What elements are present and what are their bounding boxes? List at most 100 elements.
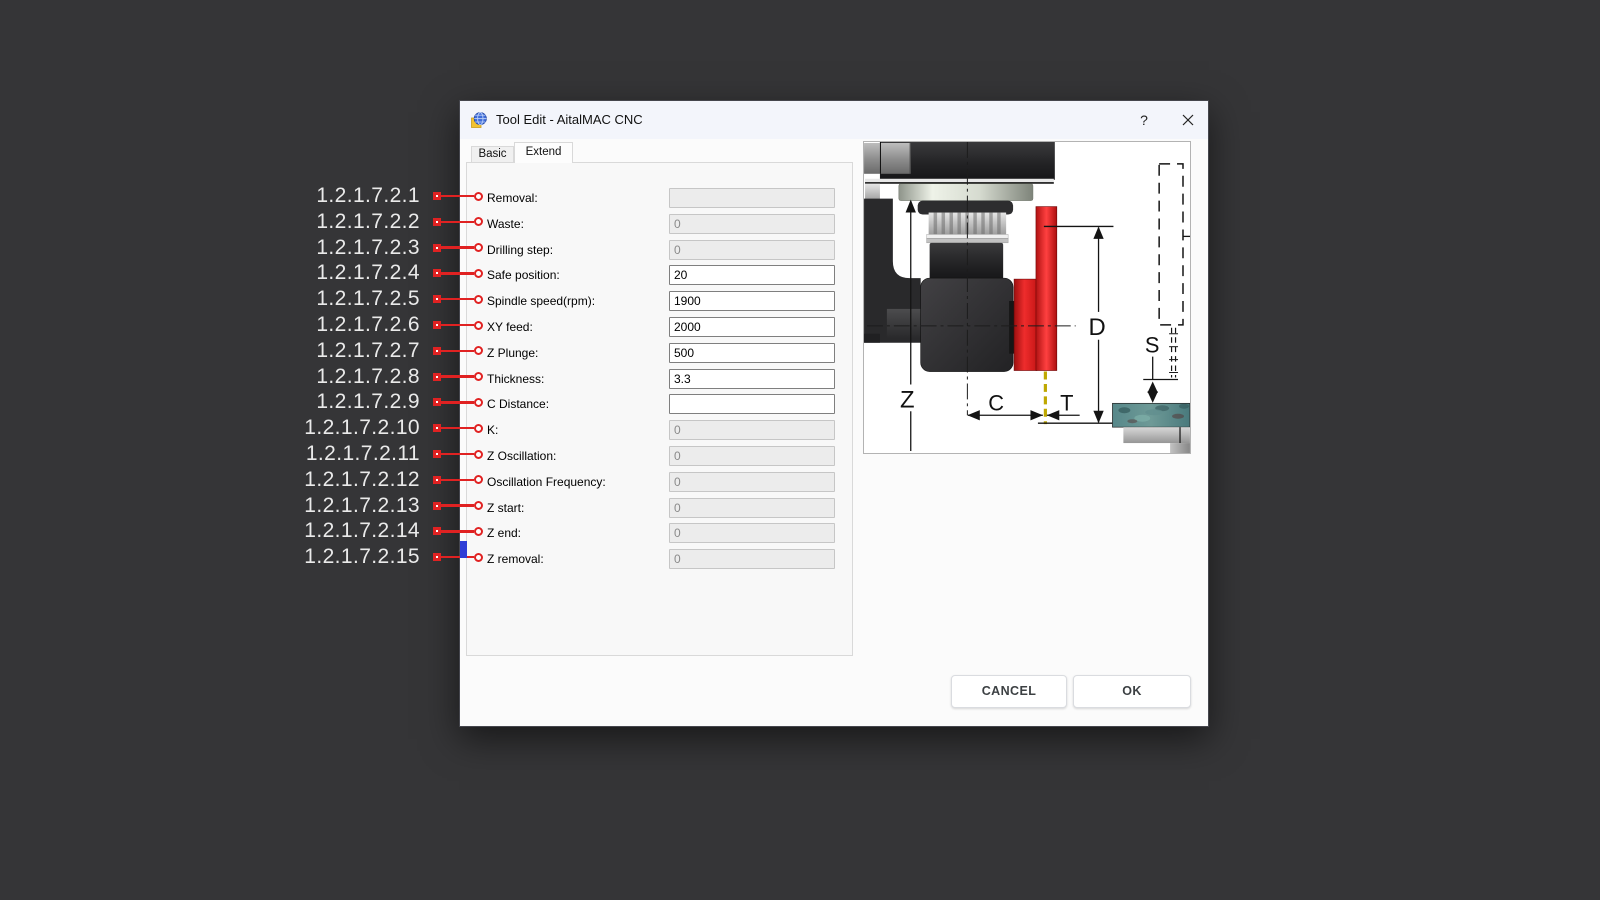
annotation-square-marker bbox=[433, 244, 441, 252]
annotation-number: 1.2.1.7.2.11 bbox=[306, 442, 420, 466]
annotation-number: 1.2.1.7.2.12 bbox=[304, 468, 420, 492]
saw-blade-red bbox=[1036, 207, 1057, 371]
field-label-z-oscillation: Z Oscillation: bbox=[487, 446, 556, 466]
annotation-square-marker bbox=[433, 218, 441, 226]
annotation-square-marker bbox=[433, 553, 441, 561]
annotation-number: 1.2.1.7.2.2 bbox=[316, 210, 420, 234]
field-label-z-plunge: Z Plunge: bbox=[487, 343, 538, 363]
annotation-square-marker bbox=[433, 269, 441, 277]
annotation-number: 1.2.1.7.2.7 bbox=[316, 339, 420, 363]
form-row-z-oscillation: Z Oscillation: bbox=[467, 446, 852, 466]
form-row-z-end: Z end: bbox=[467, 523, 852, 543]
field-input-drilling-step bbox=[669, 240, 835, 260]
field-input-k bbox=[669, 420, 835, 440]
tab-extend[interactable]: Extend bbox=[514, 142, 573, 163]
saw-hub-red bbox=[1014, 279, 1037, 370]
annotation-row: 1.2.1.7.2.12 bbox=[270, 466, 483, 494]
field-input-waste bbox=[669, 214, 835, 234]
annotation-number: 1.2.1.7.2.8 bbox=[316, 365, 420, 389]
form-row-c-distance: C Distance: bbox=[467, 394, 852, 414]
field-input-spindle-speed-rpm[interactable] bbox=[669, 291, 835, 311]
form-row-k: K: bbox=[467, 420, 852, 440]
annotation-number: 1.2.1.7.2.6 bbox=[316, 313, 420, 337]
dialog-titlebar[interactable]: Tool Edit - AitalMAC CNC ? bbox=[460, 101, 1208, 139]
background-highlight-fragment bbox=[460, 541, 467, 558]
field-label-drilling-step: Drilling step: bbox=[487, 240, 553, 260]
annotation-number: 1.2.1.7.2.4 bbox=[316, 261, 420, 285]
annotation-number: 1.2.1.7.2.5 bbox=[316, 287, 420, 311]
field-input-z-start bbox=[669, 498, 835, 518]
annotation-row: 1.2.1.7.2.15 bbox=[270, 543, 483, 571]
annotation-square-marker bbox=[433, 373, 441, 381]
field-input-xy-feed[interactable] bbox=[669, 317, 835, 337]
annotation-row: 1.2.1.7.2.7 bbox=[270, 337, 483, 365]
field-label-waste: Waste: bbox=[487, 214, 524, 234]
field-label-z-removal: Z removal: bbox=[487, 549, 544, 569]
form-row-waste: Waste: bbox=[467, 214, 852, 234]
annotation-number: 1.2.1.7.2.10 bbox=[304, 416, 420, 440]
label-c: C bbox=[988, 390, 1004, 415]
form-row-spindle-speed-rpm: Spindle speed(rpm): bbox=[467, 291, 852, 311]
label-s: S bbox=[1145, 333, 1160, 358]
annotation-square-marker bbox=[433, 450, 441, 458]
annotation-square-marker bbox=[433, 295, 441, 303]
annotation-square-marker bbox=[433, 502, 441, 510]
help-button[interactable]: ? bbox=[1129, 101, 1159, 139]
annotation-square-marker bbox=[433, 192, 441, 200]
field-label-safe-position: Safe position: bbox=[487, 265, 560, 285]
field-input-oscillation-frequency bbox=[669, 472, 835, 492]
annotation-row: 1.2.1.7.2.9 bbox=[270, 388, 483, 416]
form-row-thickness: Thickness: bbox=[467, 369, 852, 389]
form-row-xy-feed: XY feed: bbox=[467, 317, 852, 337]
form-row-oscillation-frequency: Oscillation Frequency: bbox=[467, 472, 852, 492]
ok-button[interactable]: OK bbox=[1073, 675, 1191, 708]
annotation-row: 1.2.1.7.2.6 bbox=[270, 311, 483, 339]
annotation-number: 1.2.1.7.2.13 bbox=[304, 494, 420, 518]
field-label-spindle-speed-rpm: Spindle speed(rpm): bbox=[487, 291, 595, 311]
field-label-oscillation-frequency: Oscillation Frequency: bbox=[487, 472, 606, 492]
annotation-number: 1.2.1.7.2.1 bbox=[316, 184, 420, 208]
dialog-title: Tool Edit - AitalMAC CNC bbox=[496, 101, 643, 139]
annotation-number: 1.2.1.7.2.3 bbox=[316, 236, 420, 260]
field-label-k: K: bbox=[487, 420, 498, 440]
annotation-row: 1.2.1.7.2.14 bbox=[270, 517, 483, 545]
label-t: T bbox=[1060, 390, 1073, 415]
field-input-z-removal bbox=[669, 549, 835, 569]
field-label-thickness: Thickness: bbox=[487, 369, 544, 389]
tool-edit-dialog: Tool Edit - AitalMAC CNC ? Basic Extend … bbox=[459, 100, 1209, 727]
annotation-row: 1.2.1.7.2.8 bbox=[270, 363, 483, 391]
annotation-row: 1.2.1.7.2.5 bbox=[270, 285, 483, 313]
field-input-c-distance[interactable] bbox=[669, 394, 835, 414]
field-input-z-oscillation bbox=[669, 446, 835, 466]
field-input-z-end bbox=[669, 523, 835, 543]
field-label-removal: Removal: bbox=[487, 188, 538, 208]
form-row-z-start: Z start: bbox=[467, 498, 852, 518]
cancel-button[interactable]: CANCEL bbox=[951, 675, 1067, 708]
field-label-z-end: Z end: bbox=[487, 523, 521, 543]
workpiece-illustration bbox=[1112, 403, 1190, 453]
page-background: { "colors": { "annotation_red": "#e02222… bbox=[0, 0, 1600, 900]
annotation-square-marker bbox=[433, 424, 441, 432]
field-input-safe-position[interactable] bbox=[669, 265, 835, 285]
field-input-z-plunge[interactable] bbox=[669, 343, 835, 363]
annotation-number: 1.2.1.7.2.9 bbox=[316, 390, 420, 414]
annotation-row: 1.2.1.7.2.2 bbox=[270, 208, 483, 236]
annotation-number: 1.2.1.7.2.14 bbox=[304, 519, 420, 543]
ghost-tool-dashed-outline bbox=[1159, 164, 1183, 325]
field-label-c-distance: C Distance: bbox=[487, 394, 549, 414]
annotation-square-marker bbox=[433, 476, 441, 484]
field-input-removal bbox=[669, 188, 835, 208]
form-row-z-plunge: Z Plunge: bbox=[467, 343, 852, 363]
annotation-row: 1.2.1.7.2.1 bbox=[270, 182, 483, 210]
app-globe-icon bbox=[471, 112, 487, 128]
annotation-row: 1.2.1.7.2.3 bbox=[270, 234, 483, 262]
form-row-z-removal: Z removal: bbox=[467, 549, 852, 569]
tab-basic[interactable]: Basic bbox=[471, 146, 514, 162]
close-button[interactable] bbox=[1173, 101, 1203, 139]
form-row-drilling-step: Drilling step: bbox=[467, 240, 852, 260]
field-label-xy-feed: XY feed: bbox=[487, 317, 533, 337]
tool-diagram: Z C T D S bbox=[863, 141, 1191, 454]
label-d: D bbox=[1088, 314, 1105, 341]
field-input-thickness[interactable] bbox=[669, 369, 835, 389]
label-z: Z bbox=[900, 386, 915, 413]
